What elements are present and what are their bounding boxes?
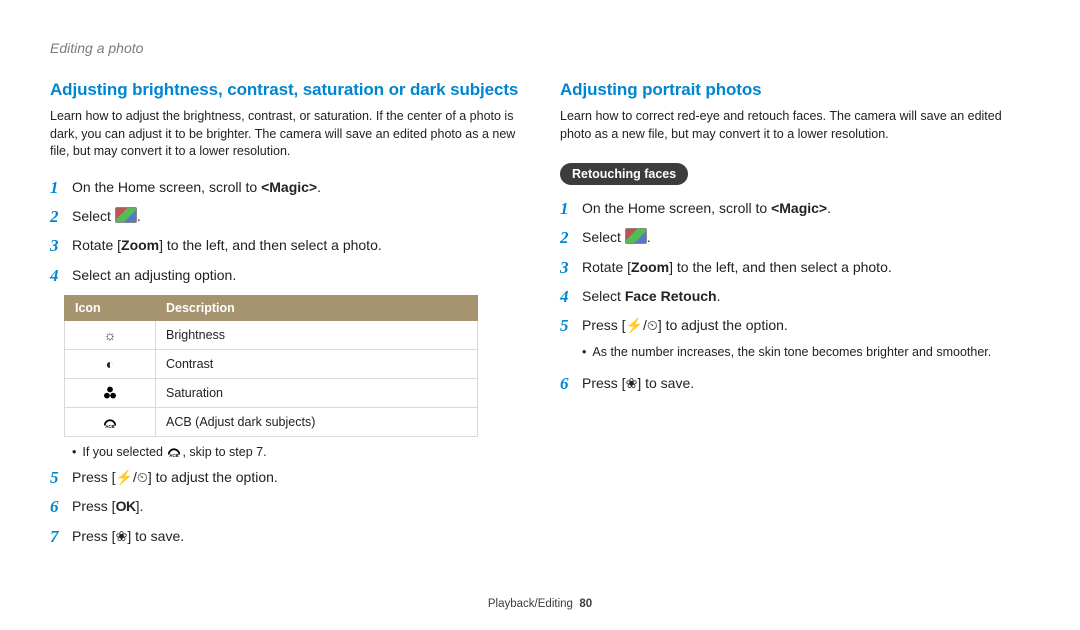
step-number: 1: [50, 175, 72, 201]
effect-icon: [115, 207, 137, 223]
step-text: Select Face Retouch.: [582, 284, 1030, 308]
table-row: ◐ Contrast: [65, 349, 478, 378]
step-note: •As the number increases, the skin tone …: [582, 343, 1030, 362]
step-number: 7: [50, 524, 72, 550]
step-text: Rotate [Zoom] to the left, and then sele…: [582, 255, 1030, 279]
step-note: •If you selected ACB, skip to step 7.: [72, 443, 520, 459]
acb-icon: ACB: [166, 443, 182, 459]
step-text: Press [❀] to save.: [72, 524, 520, 548]
acb-icon: ACB: [102, 414, 118, 430]
section-intro: Learn how to correct red-eye and retouch…: [560, 108, 1030, 143]
section-heading-portrait: Adjusting portrait photos: [560, 80, 1030, 100]
effect-icon: [625, 228, 647, 244]
step-number: 5: [560, 313, 582, 339]
subsection-pill-retouching: Retouching faces: [560, 163, 688, 185]
section-heading-adjust: Adjusting brightness, contrast, saturati…: [50, 80, 520, 100]
step-text: Select an adjusting option.: [72, 263, 520, 287]
brightness-icon: ☼: [102, 327, 118, 343]
left-column: Adjusting brightness, contrast, saturati…: [50, 80, 520, 556]
step-text: Press [OK].: [72, 494, 520, 518]
table-row: ACB ACB (Adjust dark subjects): [65, 407, 478, 436]
saturation-icon: [102, 385, 118, 401]
flash-icon: ⚡: [626, 317, 643, 333]
step-number: 6: [560, 371, 582, 397]
table-header-icon: Icon: [65, 295, 156, 320]
step-text: Press [⚡/⏲] to adjust the option. •As th…: [582, 313, 1030, 368]
step-number: 5: [50, 465, 72, 491]
right-column: Adjusting portrait photos Learn how to c…: [560, 80, 1030, 556]
step-number: 3: [560, 255, 582, 281]
step-number: 4: [560, 284, 582, 310]
macro-icon: ❀: [116, 528, 128, 544]
step-text: Rotate [Zoom] to the left, and then sele…: [72, 233, 520, 257]
macro-icon: ❀: [626, 375, 638, 391]
table-row: ☼ Brightness: [65, 320, 478, 349]
step-number: 4: [50, 263, 72, 289]
step-number: 6: [50, 494, 72, 520]
icon-table: Icon Description ☼ Brightness ◐ Contrast…: [64, 295, 478, 437]
step-number: 2: [50, 204, 72, 230]
ok-icon: OK: [116, 498, 136, 514]
table-header-desc: Description: [156, 295, 478, 320]
page-footer: Playback/Editing 80: [0, 598, 1080, 610]
manual-page: { "breadcrumb": "Editing a photo", "foot…: [0, 0, 1080, 630]
step-text: Select .: [582, 225, 1030, 249]
contrast-icon: ◐: [102, 356, 118, 372]
svg-text:ACB: ACB: [105, 424, 114, 429]
flash-icon: ⚡: [116, 469, 133, 485]
table-row: Saturation: [65, 378, 478, 407]
step-number: 2: [560, 225, 582, 251]
step-number: 3: [50, 233, 72, 259]
breadcrumb: Editing a photo: [50, 40, 1030, 56]
step-text: Press [⚡/⏲] to adjust the option.: [72, 465, 520, 489]
step-text: Press [❀] to save.: [582, 371, 1030, 395]
section-intro: Learn how to adjust the brightness, cont…: [50, 108, 520, 161]
svg-text:ACB: ACB: [170, 453, 179, 458]
timer-icon: ⏲: [647, 317, 658, 333]
step-text: On the Home screen, scroll to <Magic>.: [72, 175, 520, 199]
step-text: Select .: [72, 204, 520, 228]
timer-icon: ⏲: [137, 469, 148, 485]
step-text: On the Home screen, scroll to <Magic>.: [582, 196, 1030, 220]
step-number: 1: [560, 196, 582, 222]
